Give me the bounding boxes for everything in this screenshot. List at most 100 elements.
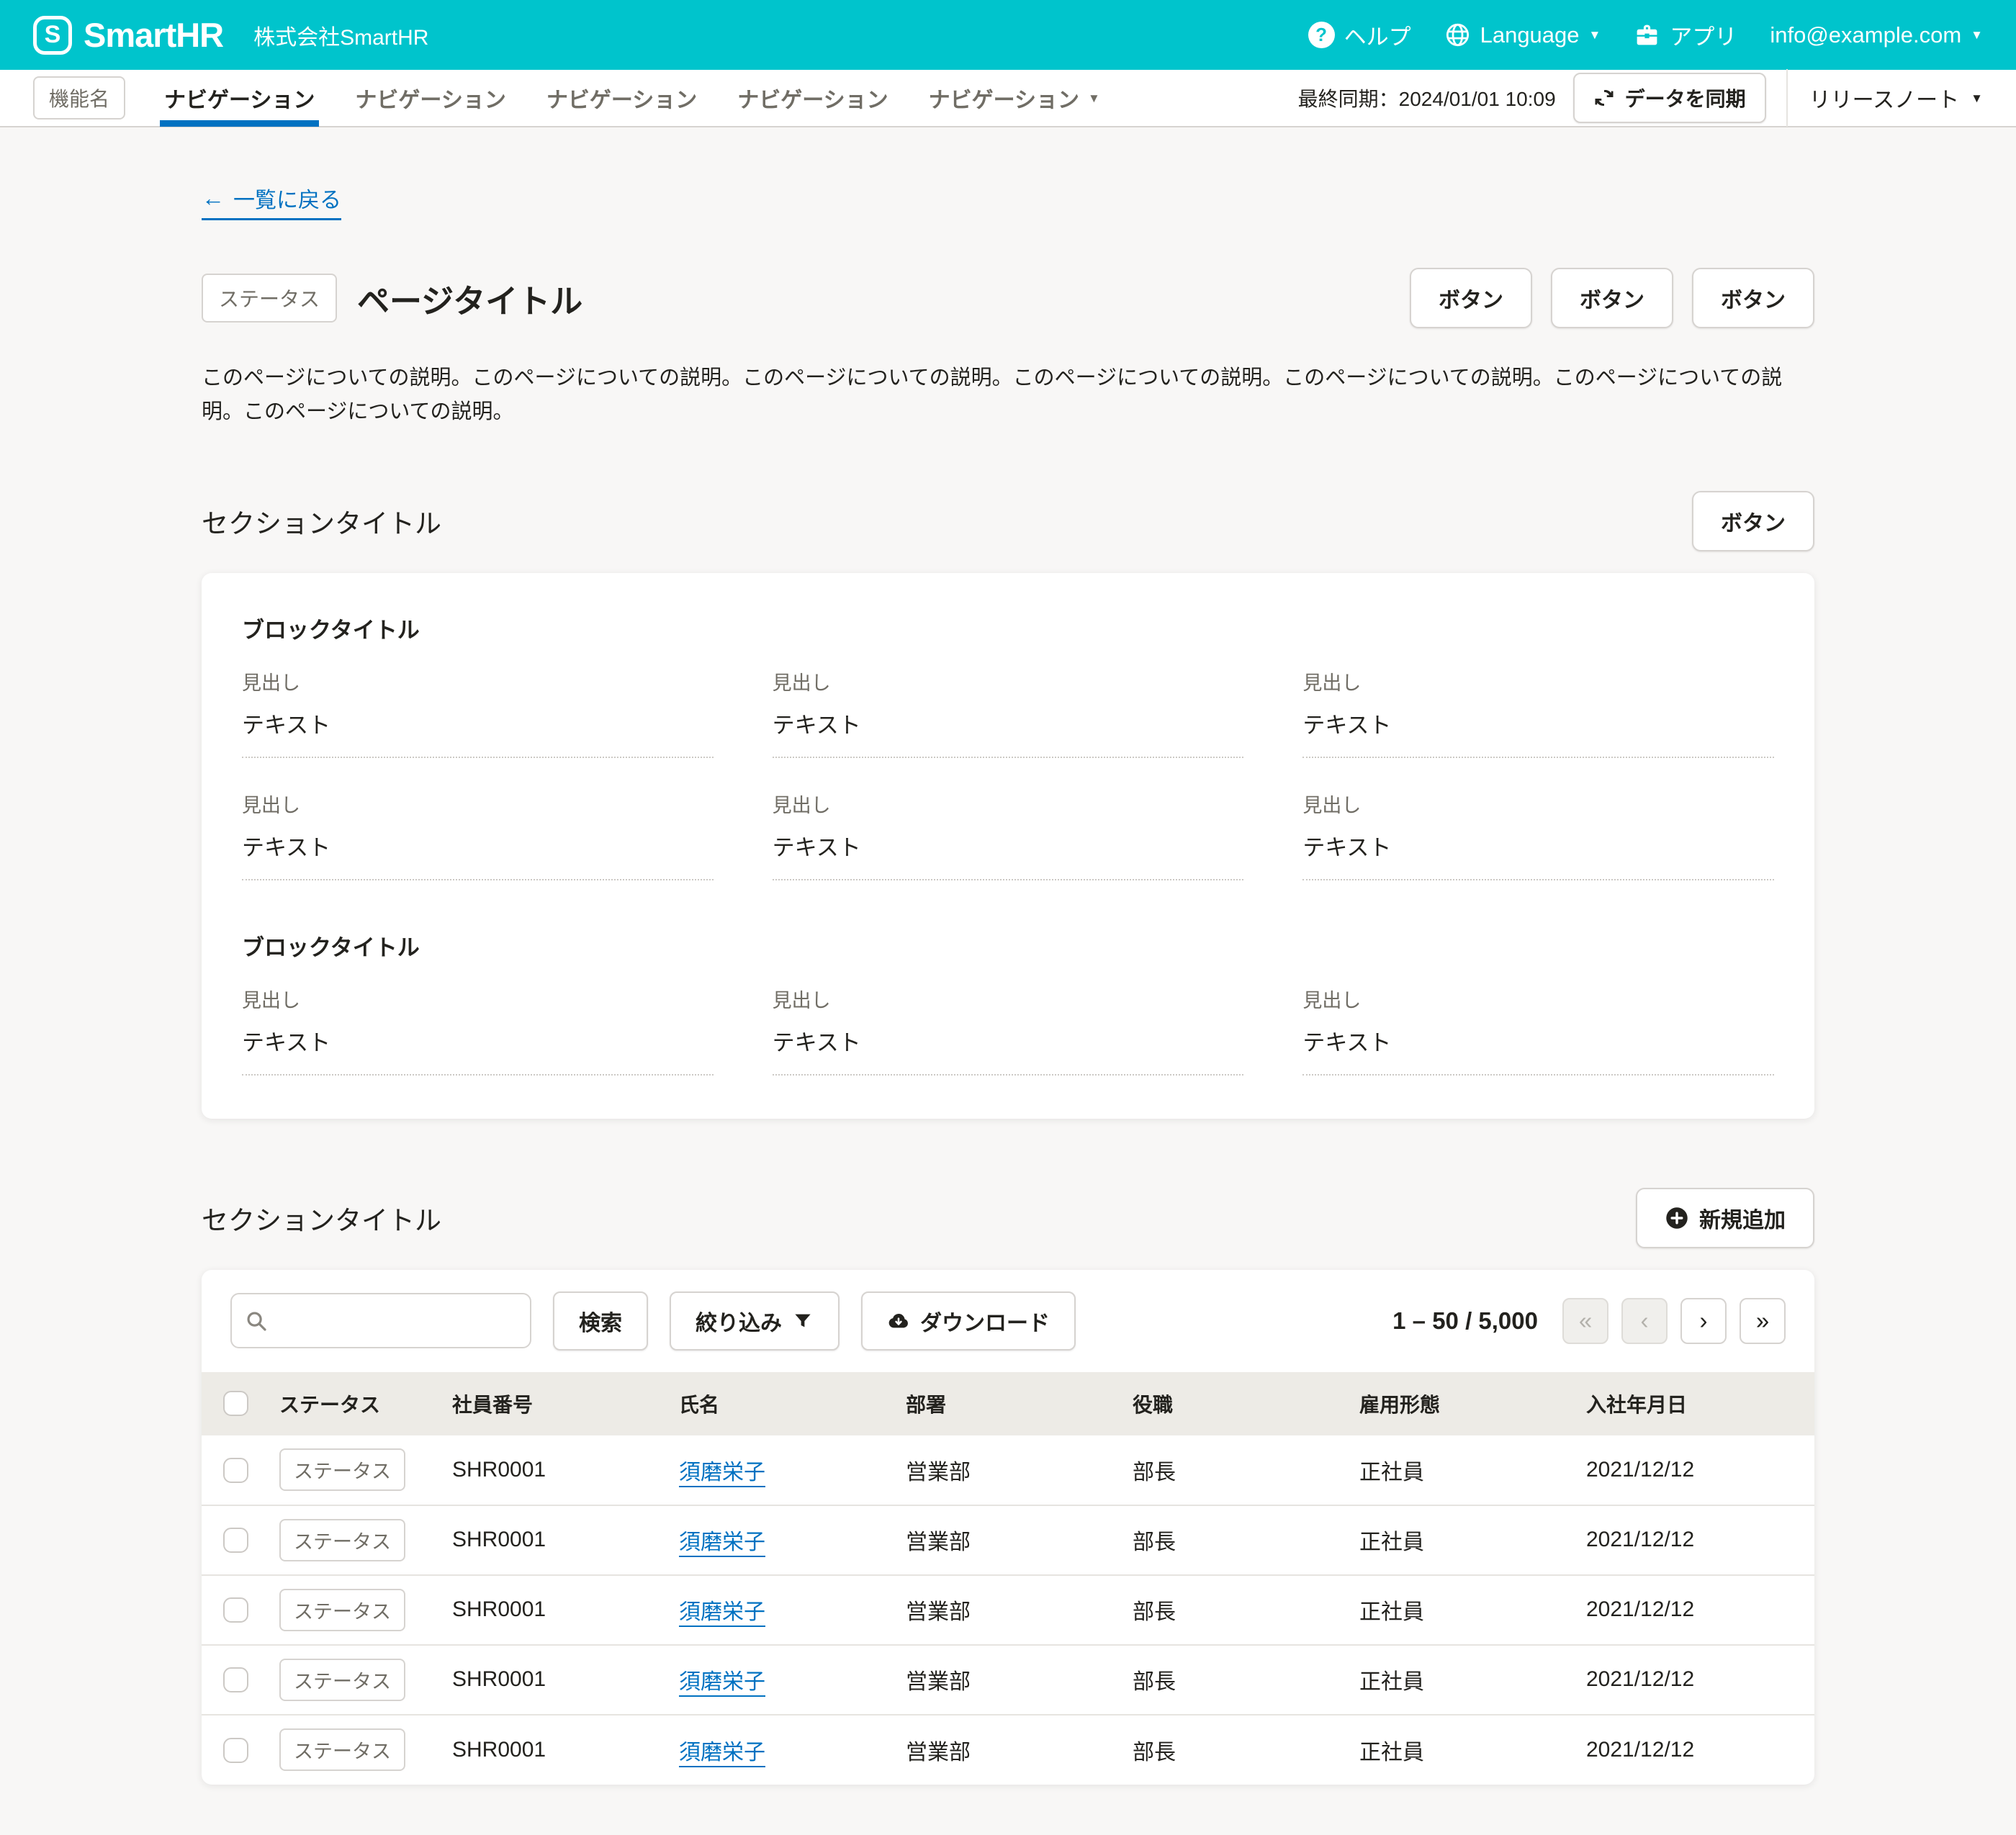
release-notes-menu[interactable]: リリースノート ▼ — [1809, 82, 1983, 114]
account-email: info@example.com — [1770, 22, 1961, 48]
cell-status: ステータス — [262, 1505, 435, 1575]
field-label: 見出し — [773, 985, 1244, 1013]
feature-name-badge: 機能名 — [33, 76, 125, 120]
search-button[interactable]: 検索 — [553, 1291, 648, 1351]
row-checkbox[interactable] — [223, 1667, 248, 1692]
employee-name-link[interactable]: 須磨栄子 — [679, 1461, 765, 1484]
row-checkbox[interactable] — [223, 1458, 248, 1483]
apps-link[interactable]: アプリ — [1634, 19, 1737, 51]
cell-employment: 正社員 — [1342, 1715, 1569, 1785]
page-action-button-2[interactable]: ボタン — [1551, 268, 1673, 328]
cell-name: 須磨栄子 — [662, 1715, 888, 1785]
row-checkbox[interactable] — [223, 1597, 248, 1623]
filter-label: 絞り込み — [696, 1305, 782, 1337]
cell-dept: 営業部 — [888, 1575, 1115, 1645]
global-header: S SmartHR 株式会社SmartHR ? ヘルプ Language ▼ ア… — [0, 0, 2016, 70]
status-badge: ステータス — [202, 274, 337, 323]
field-grid: 見出し テキスト 見出し テキスト 見出し テキスト 見出し テキスト 見出し … — [242, 667, 1774, 912]
row-checkbox[interactable] — [223, 1528, 248, 1553]
filter-button[interactable]: 絞り込み — [670, 1291, 840, 1351]
page-actions: ボタン ボタン ボタン — [1410, 268, 1814, 328]
nav-item-label: ナビゲーション — [164, 82, 315, 114]
cell-name: 須磨栄子 — [662, 1505, 888, 1575]
page-action-button-3[interactable]: ボタン — [1692, 268, 1814, 328]
row-status-badge: ステータス — [279, 1519, 405, 1561]
row-select-cell — [202, 1715, 262, 1785]
row-status-badge: ステータス — [279, 1589, 405, 1631]
page-description: このページについての説明。このページについての説明。このページについての説明。こ… — [202, 361, 1814, 429]
select-all-cell — [202, 1372, 262, 1435]
column-header-joined: 入社年月日 — [1569, 1372, 1814, 1435]
field-value: テキスト — [1302, 707, 1774, 739]
select-all-checkbox[interactable] — [223, 1391, 248, 1416]
back-link[interactable]: ← 一覧に戻る — [202, 182, 341, 220]
page-action-button-1[interactable]: ボタン — [1410, 268, 1532, 328]
nav-item-3[interactable]: ナビゲーション — [542, 69, 701, 127]
nav-item-label: ナビゲーション — [546, 82, 697, 114]
field-label: 見出し — [242, 667, 714, 695]
pagination-next-button[interactable]: › — [1680, 1298, 1727, 1344]
refresh-icon — [1593, 87, 1615, 109]
field-value: テキスト — [242, 1024, 714, 1057]
pagination-last-button[interactable]: » — [1740, 1298, 1786, 1344]
table-head: ステータス 社員番号 氏名 部署 役職 雇用形態 入社年月日 — [202, 1372, 1814, 1435]
row-status-badge: ステータス — [279, 1728, 405, 1771]
field-label: 見出し — [773, 667, 1244, 695]
nav-divider — [1786, 69, 1788, 127]
nav-item-label: ナビゲーション — [737, 82, 888, 114]
cell-name: 須磨栄子 — [662, 1575, 888, 1645]
cell-status: ステータス — [262, 1715, 435, 1785]
field: 見出し テキスト — [773, 667, 1244, 758]
pagination-first-button: « — [1562, 1298, 1608, 1344]
section-title: セクションタイトル — [202, 502, 441, 541]
add-new-button[interactable]: 新規追加 — [1636, 1188, 1814, 1248]
cell-joined: 2021/12/12 — [1569, 1715, 1814, 1785]
search-input[interactable] — [276, 1309, 517, 1333]
field-label: 見出し — [242, 790, 714, 818]
logo-letter: S — [45, 21, 61, 49]
language-menu[interactable]: Language ▼ — [1444, 22, 1601, 48]
app-nav: 機能名 ナビゲーション ナビゲーション ナビゲーション ナビゲーション ナビゲー… — [0, 70, 2016, 127]
cell-joined: 2021/12/12 — [1569, 1505, 1814, 1575]
download-button[interactable]: ダウンロード — [861, 1291, 1076, 1351]
employee-name-link[interactable]: 須磨栄子 — [679, 1530, 765, 1554]
block-title: ブロックタイトル — [242, 612, 1774, 644]
employee-name-link[interactable]: 須磨栄子 — [679, 1600, 765, 1624]
nav-item-5[interactable]: ナビゲーション ▼ — [924, 69, 1104, 127]
row-checkbox[interactable] — [223, 1738, 248, 1763]
cell-emp-no: SHR0001 — [435, 1505, 662, 1575]
row-status-badge: ステータス — [279, 1659, 405, 1701]
table-card: 検索 絞り込み ダウンロード 1 – 50 / 5,000 « ‹ › » — [202, 1270, 1814, 1785]
release-notes-label: リリースノート — [1809, 82, 1960, 114]
caret-down-icon: ▼ — [1088, 92, 1100, 104]
account-menu[interactable]: info@example.com ▼ — [1770, 22, 1983, 48]
field-grid: 見出し テキスト 見出し テキスト 見出し テキスト — [242, 985, 1774, 1107]
employee-name-link[interactable]: 須磨栄子 — [679, 1670, 765, 1694]
employee-name-link[interactable]: 須磨栄子 — [679, 1741, 765, 1764]
language-label: Language — [1480, 22, 1580, 48]
detail-card: ブロックタイトル 見出し テキスト 見出し テキスト 見出し テキスト 見出し … — [202, 573, 1814, 1119]
section-action-button[interactable]: ボタン — [1692, 491, 1814, 551]
cell-employment: 正社員 — [1342, 1645, 1569, 1715]
help-link[interactable]: ? ヘルプ — [1308, 19, 1411, 51]
field-label: 見出し — [242, 985, 714, 1013]
download-label: ダウンロード — [920, 1305, 1050, 1337]
back-arrow-icon: ← — [202, 185, 225, 212]
nav-item-4[interactable]: ナビゲーション — [733, 69, 892, 127]
cell-position: 部長 — [1115, 1645, 1342, 1715]
section-title: セクションタイトル — [202, 1199, 441, 1237]
table-row: ステータス SHR0001 須磨栄子 営業部 部長 正社員 2021/12/12 — [202, 1645, 1814, 1715]
caret-down-icon: ▼ — [1971, 29, 1983, 41]
table-row: ステータス SHR0001 須磨栄子 営業部 部長 正社員 2021/12/12 — [202, 1575, 1814, 1645]
table-row: ステータス SHR0001 須磨栄子 営業部 部長 正社員 2021/12/12 — [202, 1435, 1814, 1505]
last-sync-label: 最終同期：2024/01/01 10:09 — [1298, 84, 1556, 112]
cell-dept: 営業部 — [888, 1715, 1115, 1785]
field: 見出し テキスト — [773, 790, 1244, 880]
nav-item-1[interactable]: ナビゲーション — [160, 69, 319, 127]
sync-data-button[interactable]: データを同期 — [1573, 73, 1766, 123]
nav-item-2[interactable]: ナビゲーション — [351, 69, 510, 127]
field: 見出し テキスト — [1302, 667, 1774, 758]
globe-icon — [1444, 22, 1471, 48]
column-header-position: 役職 — [1115, 1372, 1342, 1435]
pagination-range: 1 – 50 / 5,000 — [1392, 1307, 1538, 1335]
